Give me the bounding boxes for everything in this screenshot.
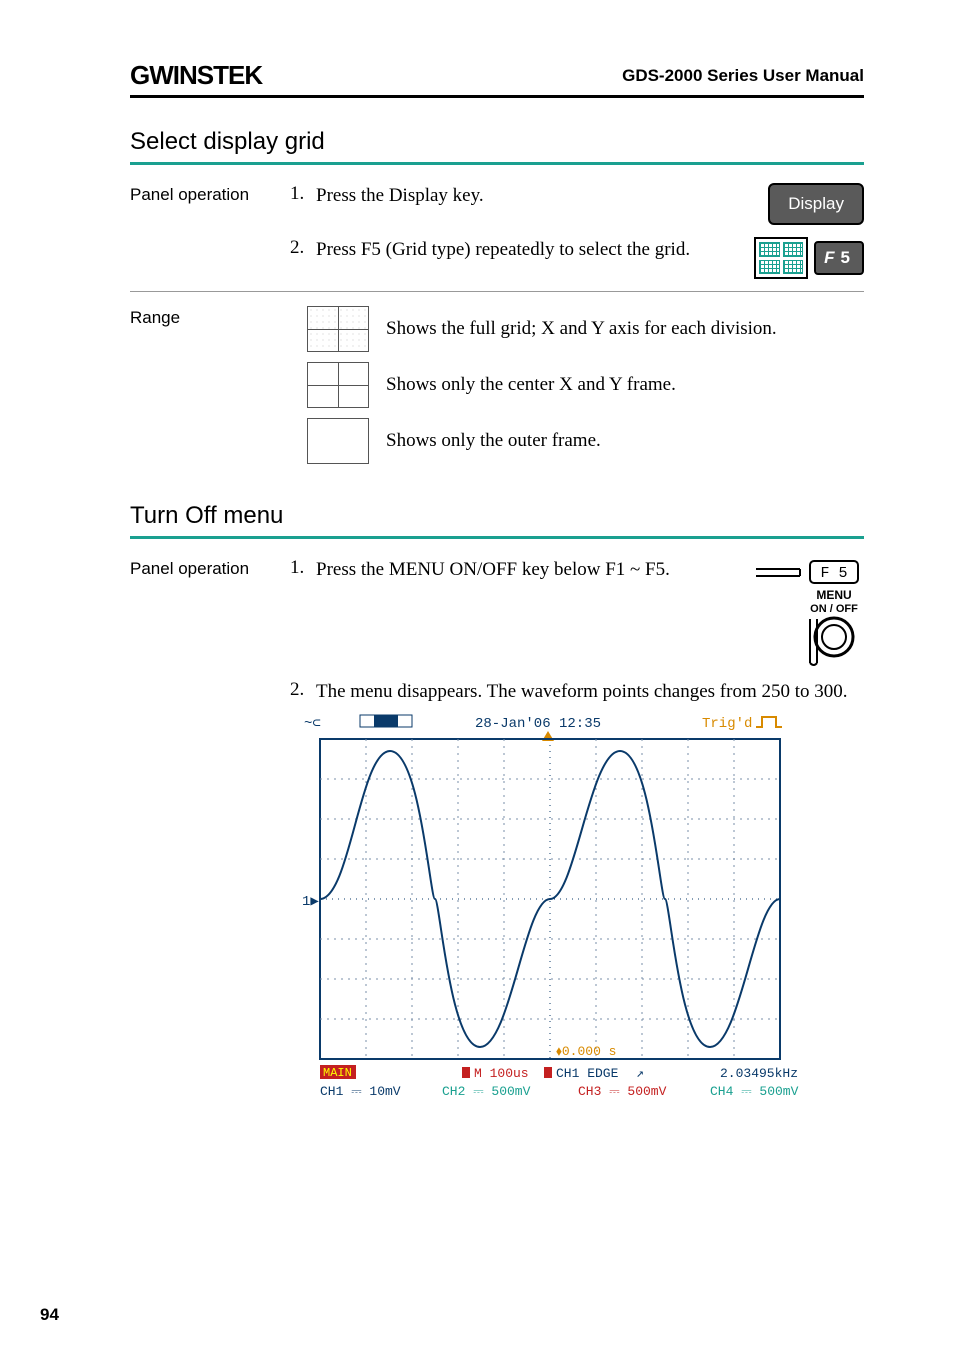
header-divider — [130, 95, 864, 98]
range-label: Range — [130, 306, 290, 328]
ch1-marker: 1▶ — [302, 894, 319, 910]
timebase-label: M 100us — [474, 1066, 529, 1081]
scope-screenshot: ~⊂ 28-Jan'06 12:35 Trig'd — [290, 709, 810, 1109]
svg-text:CH4 ⎓: CH4 ⎓ 500mV — [710, 1084, 799, 1099]
section-divider — [130, 162, 864, 165]
display-key-button[interactable]: Display — [768, 183, 864, 225]
range-desc: Shows only the center X and Y frame. — [386, 373, 864, 398]
f5-label: F 5 — [820, 565, 847, 582]
ch1-label: CH1 — [320, 1084, 344, 1099]
grid-full-icon — [307, 306, 369, 352]
svg-text:CH1 ⎓: CH1 ⎓ 10mV — [320, 1084, 401, 1099]
step-number: 2. — [290, 237, 316, 259]
ch4-label: CH4 — [710, 1084, 734, 1099]
ch3-scale: 500mV — [627, 1084, 666, 1099]
svg-text:~⊂: ~⊂ — [304, 716, 321, 732]
range-desc: Shows only the outer frame. — [386, 429, 864, 454]
step-number: 1. — [290, 183, 316, 205]
step-text: Press the MENU ON/OFF key below F1 ~ F5. — [316, 557, 740, 583]
step-number: 1. — [290, 557, 316, 579]
subsection-divider — [130, 291, 864, 292]
section-heading-menu-off: Turn Off menu — [130, 502, 864, 530]
grid-type-icon — [754, 237, 808, 279]
step-text: Press the Display key. — [316, 183, 754, 209]
step-text: The menu disappears. The waveform points… — [316, 679, 864, 705]
trig-slope: ↗ — [636, 1066, 644, 1081]
f-label: F — [824, 248, 834, 268]
ch2-label: CH2 — [442, 1084, 465, 1099]
section-divider — [130, 536, 864, 539]
page-header: GWINSTEK GDS-2000 Series User Manual — [130, 60, 864, 91]
panel-operation-label: Panel operation — [130, 557, 290, 579]
svg-text:CH2 ⎓: CH2 ⎓ 500mV — [442, 1084, 531, 1099]
waveform-trace — [320, 751, 780, 1047]
grid-center-icon — [307, 362, 369, 408]
ch4-scale: 500mV — [759, 1084, 798, 1099]
ch3-label: CH3 — [578, 1084, 601, 1099]
ch2-scale: 500mV — [491, 1084, 530, 1099]
time-cursor: ⬧0.000 s — [556, 1044, 616, 1059]
manual-title: GDS-2000 Series User Manual — [622, 66, 864, 86]
section-heading-grid: Select display grid — [130, 128, 864, 156]
datetime-label: 28-Jan'06 12:35 — [475, 716, 601, 732]
f-number: 5 — [841, 248, 850, 268]
step-text: Press F5 (Grid type) repeatedly to selec… — [316, 237, 740, 263]
brand-logo: GWINSTEK — [130, 60, 262, 91]
onoff-label: ON / OFF — [810, 603, 858, 615]
range-desc: Shows the full grid; X and Y axis for ea… — [386, 317, 864, 342]
ch1-scale: 10mV — [369, 1084, 400, 1099]
menu-label: MENU — [816, 588, 851, 602]
panel-operation-label: Panel operation — [130, 183, 290, 205]
f5-softkey-button[interactable]: F 5 — [814, 241, 864, 275]
page-number: 94 — [40, 1305, 59, 1325]
trig-source: CH1 EDGE — [556, 1066, 619, 1081]
trig-status: Trig'd — [702, 716, 752, 732]
step-number: 2. — [290, 679, 316, 705]
main-label: MAIN — [323, 1066, 352, 1080]
svg-text:CH3 ⎓: CH3 ⎓ 500mV — [578, 1084, 667, 1099]
grid-outer-icon — [307, 418, 369, 464]
menu-onoff-key-diagram: F 5 MENU ON / OFF — [754, 557, 864, 667]
freq-readout: 2.03495kHz — [720, 1066, 798, 1081]
